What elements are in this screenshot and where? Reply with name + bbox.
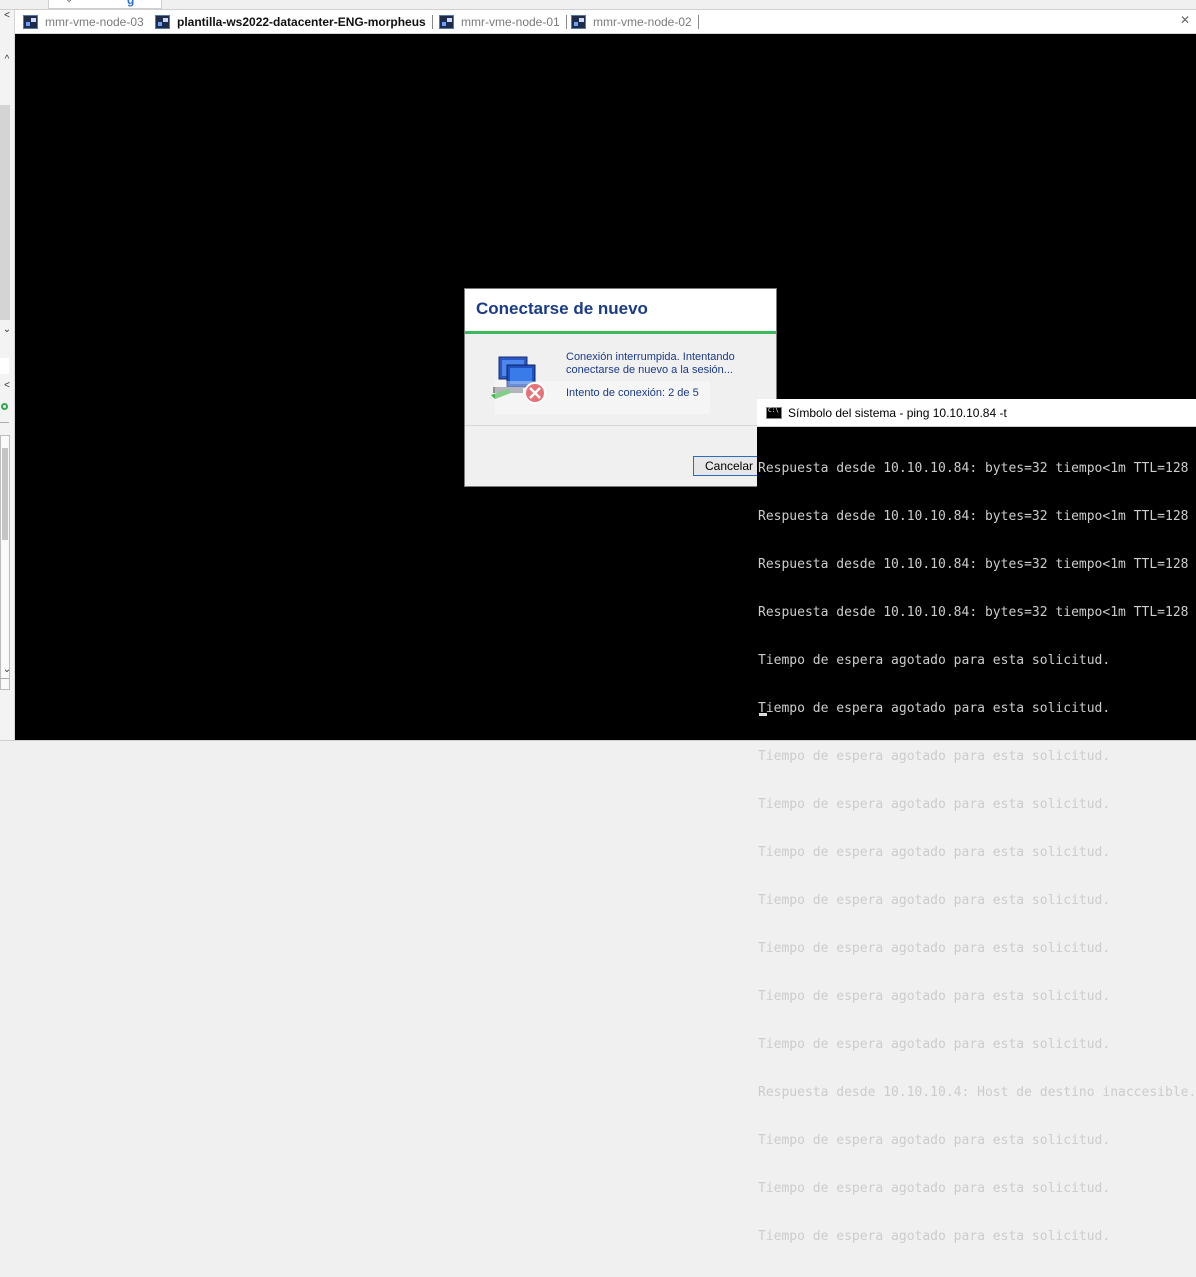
- command-prompt-window[interactable]: Símbolo del sistema - ping 10.10.10.84 -…: [757, 399, 1196, 1244]
- tab-separator: [565, 14, 567, 29]
- tab-separator: [697, 14, 699, 29]
- chevron-up-icon[interactable]: ^: [0, 54, 14, 66]
- truncated-glyph: g: [127, 0, 135, 7]
- console-line: Tiempo de espera agotado para esta solic…: [758, 845, 1111, 860]
- console-line: Respuesta desde 10.10.10.84: bytes=32 ti…: [758, 557, 1189, 572]
- console-line: Tiempo de espera agotado para esta solic…: [758, 797, 1111, 812]
- remote-desktop-icon: [571, 14, 586, 29]
- tab-label: plantilla-ws2022-datacenter-ENG-morpheus: [177, 14, 426, 29]
- tab-plantilla-ws2022[interactable]: plantilla-ws2022-datacenter-ENG-morpheus: [155, 10, 433, 33]
- console-line: Respuesta desde 10.10.10.84: bytes=32 ti…: [758, 605, 1189, 620]
- dialog-message: Conexión interrumpida. Intentando conect…: [566, 351, 735, 376]
- console-line: Tiempo de espera agotado para esta solic…: [758, 893, 1111, 908]
- left-sidebar-strip: < ^ ⌄ < ⌄: [0, 10, 15, 748]
- dialog-title: Conectarse de nuevo: [476, 299, 648, 318]
- dialog-divider: [465, 425, 778, 426]
- sidebar-divider: [0, 422, 9, 423]
- console-line: Tiempo de espera agotado para esta solic…: [758, 989, 1111, 1004]
- sidebar-divider: [0, 678, 9, 679]
- console-line: Respuesta desde 10.10.10.84: bytes=32 ti…: [758, 461, 1189, 476]
- sidebar-scrollbar-lower[interactable]: [0, 435, 10, 690]
- console-line: Tiempo de espera agotado para esta solic…: [758, 941, 1111, 956]
- console-line: Tiempo de espera agotado para esta solic…: [758, 701, 1111, 716]
- status-ok-icon: [1, 403, 8, 410]
- tab-separator: [431, 14, 433, 29]
- console-line: Tiempo de espera agotado para esta solic…: [758, 1133, 1111, 1148]
- remote-desktop-icon: [155, 14, 170, 29]
- console-line: Tiempo de espera agotado para esta solic…: [758, 749, 1111, 764]
- tab-mmr-vme-node-01[interactable]: mmr-vme-node-01: [439, 10, 567, 33]
- chevron-down-icon[interactable]: ⌄: [0, 324, 14, 336]
- cmd-titlebar[interactable]: Símbolo del sistema - ping 10.10.10.84 -…: [757, 399, 1196, 427]
- collapse-icon[interactable]: <: [0, 10, 14, 22]
- collapse-icon[interactable]: <: [0, 380, 14, 392]
- reconnect-dialog: Conectarse de nuevo Conexión interrumpid…: [464, 288, 778, 487]
- tab-mmr-vme-node-02[interactable]: mmr-vme-node-02: [571, 10, 699, 33]
- tab-label: mmr-vme-node-01: [461, 14, 560, 29]
- console-line: Respuesta desde 10.10.10.84: bytes=32 ti…: [758, 509, 1189, 524]
- command-prompt-icon: [766, 406, 782, 419]
- scrollbar-thumb[interactable]: [2, 448, 8, 540]
- tab-label: mmr-vme-node-02: [593, 14, 692, 29]
- sidebar-scrollbar[interactable]: [0, 105, 10, 320]
- close-icon[interactable]: ✕: [1180, 13, 1190, 27]
- chevron-down-icon[interactable]: ⌄: [0, 664, 14, 676]
- dialog-header: Conectarse de nuevo: [465, 289, 776, 334]
- remote-desktop-icon: [23, 14, 38, 29]
- console-output: Respuesta desde 10.10.10.84: bytes=32 ti…: [757, 427, 1196, 1277]
- session-tab-bar: mmr-vme-node-03 plantilla-ws2022-datacen…: [15, 10, 1196, 34]
- console-line: Tiempo de espera agotado para esta solic…: [758, 1229, 1111, 1244]
- chevron-down-icon: ⌄: [65, 0, 73, 5]
- top-tab-sliver: ⌄ g: [48, 0, 162, 9]
- console-cursor: [759, 713, 767, 716]
- tab-label: mmr-vme-node-03: [45, 14, 144, 29]
- cmd-title: Símbolo del sistema - ping 10.10.10.84 -…: [788, 405, 1007, 420]
- attempt-counter: Intento de conexión: 2 de 5: [566, 387, 699, 399]
- console-line: Tiempo de espera agotado para esta solic…: [758, 1037, 1111, 1052]
- cancel-button[interactable]: Cancelar: [693, 456, 765, 476]
- console-line: Tiempo de espera agotado para esta solic…: [758, 653, 1111, 668]
- console-line: Respuesta desde 10.10.10.4: Host de dest…: [758, 1085, 1196, 1100]
- console-line: Tiempo de espera agotado para esta solic…: [758, 1181, 1111, 1196]
- sidebar-field: [0, 358, 9, 374]
- remote-desktop-icon: [439, 14, 454, 29]
- tab-mmr-vme-node-03[interactable]: mmr-vme-node-03: [23, 10, 144, 33]
